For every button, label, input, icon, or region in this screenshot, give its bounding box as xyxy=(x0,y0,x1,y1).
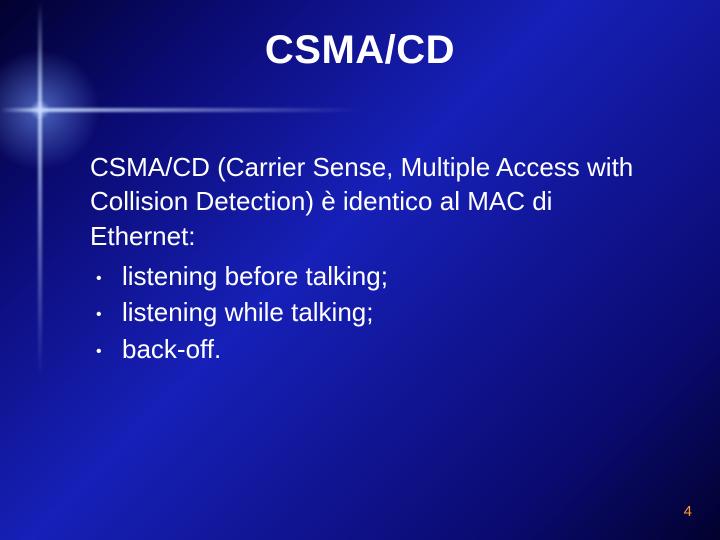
flare-vertical xyxy=(38,0,42,540)
bullet-list: listening before talking; listening whil… xyxy=(90,259,660,366)
slide-body: CSMA/CD (Carrier Sense, Multiple Access … xyxy=(90,150,660,368)
list-item: listening while talking; xyxy=(118,295,660,329)
intro-text: CSMA/CD (Carrier Sense, Multiple Access … xyxy=(90,150,660,253)
flare-horizontal xyxy=(0,108,360,112)
page-number: 4 xyxy=(684,503,692,520)
slide-title: CSMA/CD xyxy=(0,28,720,73)
list-item: back-off. xyxy=(118,332,660,366)
list-item: listening before talking; xyxy=(118,259,660,293)
